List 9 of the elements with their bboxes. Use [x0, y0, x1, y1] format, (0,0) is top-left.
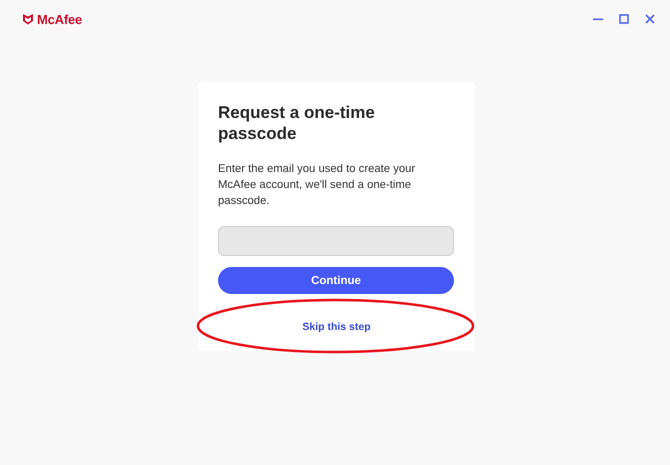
description-text: Enter the email you used to create your McAfee account, we'll send a one-time passcode.: [218, 162, 416, 209]
logo-text: McAfee: [37, 12, 82, 26]
card-title: Request a one-time passcode: [218, 102, 376, 144]
email-field[interactable]: [218, 226, 454, 256]
maximize-icon: [619, 14, 629, 24]
skip-link[interactable]: Skip this step: [302, 321, 371, 333]
close-icon: [645, 14, 655, 24]
shield-logo-icon: [22, 13, 34, 25]
continue-button[interactable]: Continue: [218, 267, 454, 294]
